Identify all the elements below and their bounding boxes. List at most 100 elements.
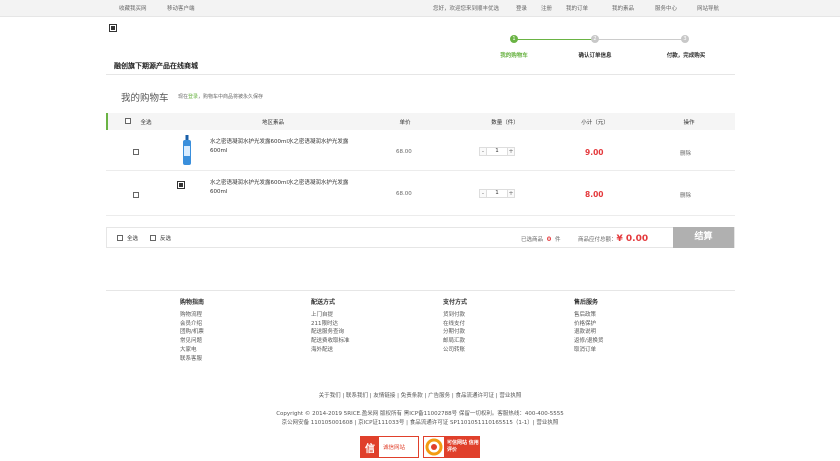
item-subtotal: 9.00 — [585, 148, 604, 157]
quantity-stepper[interactable]: - 1 + — [479, 147, 515, 156]
col-subtotal: 小计（元） — [581, 120, 609, 126]
logo-icon[interactable] — [109, 24, 117, 32]
checkout-button[interactable]: 结算 — [673, 227, 734, 248]
qty-minus-button[interactable]: - — [479, 189, 487, 198]
footer-link[interactable]: 上门自提 — [311, 311, 350, 320]
footer-divider — [106, 290, 735, 291]
step-1-label: 我的购物车 — [500, 53, 528, 59]
col-qty: 数量（件） — [491, 120, 519, 126]
item-checkbox[interactable] — [133, 192, 139, 198]
footer-link[interactable]: 联系我们 — [346, 393, 368, 399]
footer-link[interactable]: 邮局汇款 — [443, 337, 467, 346]
footer-link[interactable]: 价格保护 — [574, 320, 603, 329]
footer-link[interactable]: 取消订单 — [574, 346, 603, 355]
total-text: 商品应付总额：¥ 0.00 — [578, 234, 648, 244]
delete-link[interactable]: 删除 — [680, 191, 691, 199]
selected-unit: 件 — [555, 237, 561, 243]
top-bar: 收藏我买网 移动客户端 您好，欢迎您来到顺丰优选 登录 注册 我的订单 我的素品… — [0, 0, 840, 17]
quantity-stepper[interactable]: - 1 + — [479, 189, 515, 198]
copyright-line-1: Copyright © 2014-2019 5RICE.盈米网 版权所有 黑IC… — [276, 411, 564, 417]
step-3-label: 付款，完成购买 — [666, 53, 706, 59]
select-all-checkbox[interactable] — [125, 118, 131, 124]
service-center-link[interactable]: 服务中心 — [655, 4, 677, 12]
qty-input[interactable]: 1 — [487, 147, 507, 156]
bookmark-link[interactable]: 收藏我买网 — [119, 4, 147, 12]
trusted-site-badge-text: 可信网站 信用评价 — [447, 440, 479, 453]
footer-link[interactable]: 免责条款 — [401, 393, 423, 399]
footer-link[interactable]: 会员介绍 — [180, 320, 204, 329]
footer-link[interactable]: 常见问题 — [180, 337, 204, 346]
qty-plus-button[interactable]: + — [507, 189, 515, 198]
register-link[interactable]: 注册 — [541, 4, 552, 12]
mobile-client-link[interactable]: 移动客户端 — [167, 4, 195, 12]
footer-link[interactable]: 海外配送 — [311, 346, 350, 355]
footer-links: 关于我们 | 联系我们 | 友情链接 | 免责条款 | 广告服务 | 食品流通许… — [318, 393, 522, 399]
step-3-dot: 3 — [681, 35, 689, 43]
cart-note-prefix: 现在 — [178, 94, 189, 100]
footer-link[interactable]: 211限时达 — [311, 320, 350, 329]
qty-minus-button[interactable]: - — [479, 147, 487, 156]
col-ops: 操作 — [683, 120, 695, 126]
product-image-placeholder-icon[interactable] — [177, 181, 185, 189]
greeting-text: 您好，欢迎您来到顺丰优选 — [433, 6, 500, 12]
footer-link[interactable]: 货到付款 — [443, 311, 467, 320]
qty-input[interactable]: 1 — [487, 189, 507, 198]
cart-login-link[interactable]: 登录 — [188, 94, 198, 100]
step-1-dot: 1 — [510, 35, 518, 43]
col-product: 地区素品 — [261, 120, 285, 126]
total-value: ¥ 0.00 — [616, 234, 649, 244]
cart-note-suffix: ，购物车中商品将被永久保存 — [198, 94, 264, 100]
total-label: 商品应付总额： — [578, 237, 617, 243]
invert-select-checkbox[interactable] — [150, 235, 156, 241]
login-link[interactable]: 登录 — [516, 4, 527, 12]
footer-link[interactable]: 广告服务 — [428, 393, 450, 399]
trusted-site-icon — [424, 437, 444, 457]
footer-link[interactable]: 大家电 — [180, 346, 204, 355]
footer-link[interactable]: 食品流通许可证 — [455, 393, 494, 399]
footer-link[interactable]: 退款说明 — [574, 328, 603, 337]
header-divider — [106, 74, 735, 75]
footer-col-title: 购物指南 — [180, 299, 205, 306]
item-checkbox[interactable] — [133, 149, 139, 155]
footer-link[interactable]: 公司转账 — [443, 346, 467, 355]
product-name[interactable]: 水之密语凝润水护光发露600ml水之密语凝润水护光发露600ml — [210, 179, 350, 197]
footer-link[interactable]: 联系客服 — [180, 355, 204, 364]
footer-col-guide: 购物指南 购物流程 会员介绍 团购/机票 常见问题 大家电 联系客服 — [180, 297, 204, 363]
cart-title: 我的购物车 — [121, 93, 169, 104]
footer-link[interactable]: 配送费收取标准 — [311, 337, 350, 346]
footer-link[interactable]: 关于我们 — [319, 393, 341, 399]
site-nav-link[interactable]: 网站导航 — [697, 4, 719, 12]
footer-link[interactable]: 分期付款 — [443, 328, 467, 337]
product-price: 68.00 — [396, 149, 412, 155]
footer-link[interactable]: 团购/机票 — [180, 328, 204, 337]
trusted-site-badge[interactable]: 可信网站 信用评价 — [423, 436, 480, 458]
col-price: 单价 — [399, 120, 411, 126]
my-products-link[interactable]: 我的素品 — [612, 4, 634, 12]
table-row: 水之密语凝润水护光发露600ml水之密语凝润水护光发露600ml 68.00 -… — [106, 130, 735, 171]
cart-note: 现在登录，购物车中商品将被永久保存 — [178, 93, 263, 100]
footer-link[interactable]: 售后政策 — [574, 311, 603, 320]
select-all-label: 全选 — [140, 120, 152, 126]
summary-select-all-label: 全选 — [127, 236, 139, 242]
delete-link[interactable]: 删除 — [680, 149, 691, 157]
item-subtotal: 8.00 — [585, 190, 604, 199]
footer-link[interactable]: 友情链接 — [373, 393, 395, 399]
selected-count-text: 已选商品 0 件 — [521, 235, 561, 243]
copyright-line-2: 京公网安备 110105001608 | 京ICP证111033号 | 食品流通… — [281, 420, 559, 426]
credit-badge[interactable]: 信 诚信网站 — [360, 436, 419, 458]
footer-link[interactable]: 返修/退换货 — [574, 337, 603, 346]
footer-link[interactable]: 营业执照 — [499, 393, 521, 399]
my-orders-link[interactable]: 我的订单 — [566, 4, 588, 12]
invert-select-label: 反选 — [160, 236, 172, 242]
steps-progress-active-line — [514, 39, 595, 40]
product-image[interactable] — [181, 135, 193, 166]
footer-link[interactable]: 配送服务查询 — [311, 328, 350, 337]
qty-plus-button[interactable]: + — [507, 147, 515, 156]
summary-select-all-checkbox[interactable] — [117, 235, 123, 241]
footer-col-title: 售后服务 — [574, 299, 599, 306]
footer-col-aftersales: 售后服务 售后政策 价格保护 退款说明 返修/退换货 取消订单 — [574, 297, 603, 355]
footer-link[interactable]: 购物流程 — [180, 311, 204, 320]
product-name[interactable]: 水之密语凝润水护光发露600ml水之密语凝润水护光发露600ml — [210, 138, 350, 156]
cart-table-header: 全选 地区素品 单价 数量（件） 小计（元） 操作 — [106, 113, 735, 130]
footer-link[interactable]: 在线支付 — [443, 320, 467, 329]
